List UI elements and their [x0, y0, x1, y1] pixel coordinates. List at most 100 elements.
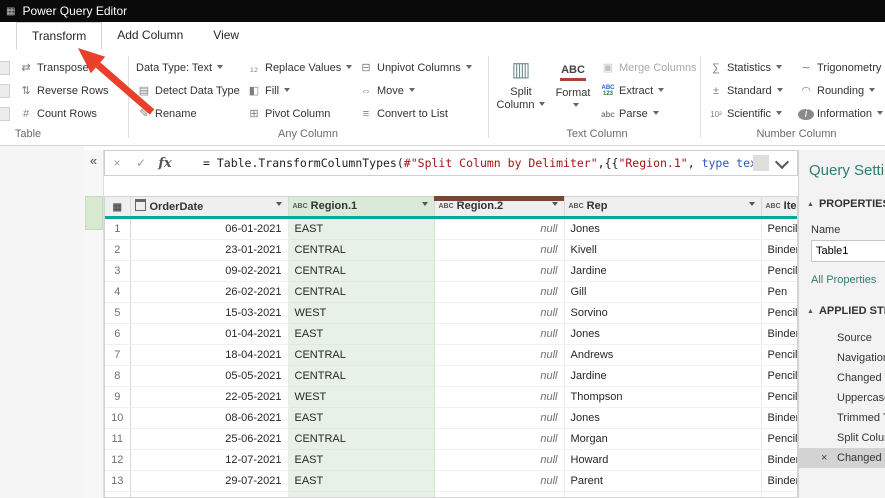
formula-scroll-thumb[interactable]	[753, 155, 769, 171]
count-rows-button[interactable]: # Count Rows	[18, 104, 97, 124]
merge-columns-button[interactable]: ▣ Merge Columns	[600, 58, 697, 78]
reverse-rows-button[interactable]: ⇅ Reverse Rows	[18, 81, 108, 101]
grid-cell[interactable]: Pencil	[761, 386, 797, 408]
grid-cell[interactable]: null	[434, 407, 565, 429]
grid-cell[interactable]: Andrews	[564, 344, 762, 366]
rounding-button[interactable]: ◠ Rounding	[798, 81, 876, 101]
grid-cell[interactable]: Parent	[564, 470, 762, 492]
applied-step[interactable]: × Changed Type1	[799, 448, 885, 468]
applied-step[interactable]: Split Column by Delimiter	[799, 428, 885, 448]
transpose-button[interactable]: ⇄ Transpose	[18, 58, 88, 78]
grid-cell[interactable]: null	[434, 449, 565, 471]
column-header-region.1[interactable]: ABC Region.1	[288, 197, 435, 219]
pivot-column-button[interactable]: ⊞ Pivot Column	[246, 104, 330, 124]
grid-cell[interactable]: null	[434, 302, 565, 324]
grid-cell[interactable]: EAST	[288, 217, 435, 240]
replace-values-button[interactable]: ₁₂ Replace Values	[246, 58, 353, 78]
row-number[interactable]: 5	[105, 302, 131, 324]
data-type-button[interactable]: Data Type: Text	[136, 58, 224, 78]
grid-cell[interactable]: 08-06-2021	[130, 407, 289, 429]
applied-step[interactable]: Uppercased Text	[799, 388, 885, 408]
fx-icon[interactable]: fx	[153, 156, 177, 171]
grid-cell[interactable]: 25-06-2021	[130, 428, 289, 450]
expand-formula-bar-icon[interactable]	[774, 154, 790, 169]
grid-cell[interactable]: WEST	[288, 302, 435, 324]
grid-cell[interactable]: Pencil	[761, 344, 797, 366]
grid-cell[interactable]: Sorvino	[564, 302, 762, 324]
queries-tab-collapsed[interactable]	[85, 196, 103, 230]
detect-data-type-button[interactable]: ▤ Detect Data Type	[136, 81, 240, 101]
grid-cell[interactable]: Howard	[564, 449, 762, 471]
scientific-button[interactable]: 10² Scientific	[708, 104, 783, 124]
fill-button[interactable]: ◧ Fill	[246, 81, 291, 101]
filter-dropdown-button[interactable]	[418, 200, 432, 213]
column-header-orderdate[interactable]: OrderDate	[130, 197, 289, 219]
grid-cell[interactable]: 15-08-2021	[130, 491, 289, 497]
grid-cell[interactable]: null	[434, 428, 565, 450]
tab-add-column[interactable]: Add Column	[102, 22, 198, 50]
grid-cell[interactable]: Gill	[564, 281, 762, 303]
grid-cell[interactable]: Jones	[564, 407, 762, 429]
applied-step[interactable]: Navigation	[799, 348, 885, 368]
grid-cell[interactable]: Binder	[761, 449, 797, 471]
grid-cell[interactable]: Pen	[761, 281, 797, 303]
grid-cell[interactable]: Binder	[761, 239, 797, 261]
row-number[interactable]: 3	[105, 260, 131, 282]
grid-cell[interactable]: Pencil	[761, 428, 797, 450]
grid-cell[interactable]: 26-02-2021	[130, 281, 289, 303]
grid-cell[interactable]: null	[434, 386, 565, 408]
grid-cell[interactable]: null	[434, 281, 565, 303]
applied-step[interactable]: Source	[799, 328, 885, 348]
row-number[interactable]: 9	[105, 386, 131, 408]
grid-cell[interactable]: Binder	[761, 323, 797, 345]
properties-section-header[interactable]: ▲ PROPERTIES	[807, 198, 885, 210]
row-number[interactable]: 4	[105, 281, 131, 303]
filter-dropdown-button[interactable]	[548, 200, 562, 213]
grid-cell[interactable]: null	[434, 217, 565, 240]
grid-cell[interactable]: 18-04-2021	[130, 344, 289, 366]
applied-steps-section-header[interactable]: ▲APPLIED STEPS	[807, 305, 885, 317]
grid-cell[interactable]: Pencil	[761, 491, 797, 497]
grid-cell[interactable]: Kivell	[564, 239, 762, 261]
grid-cell[interactable]: CENTRAL	[288, 281, 435, 303]
grid-cell[interactable]: null	[434, 239, 565, 261]
row-number[interactable]: 7	[105, 344, 131, 366]
information-button[interactable]: i Information	[798, 104, 884, 124]
grid-cell[interactable]: Thompson	[564, 386, 762, 408]
all-properties-link[interactable]: All Properties	[811, 274, 876, 286]
applied-step[interactable]: Trimmed Text	[799, 408, 885, 428]
grid-cell[interactable]: Jardine	[564, 365, 762, 387]
grid-cell[interactable]: null	[434, 344, 565, 366]
grid-cell[interactable]: Binder	[761, 407, 797, 429]
row-number[interactable]: 1	[105, 217, 131, 240]
grid-cell[interactable]: 22-05-2021	[130, 386, 289, 408]
grid-cell[interactable]: CENTRAL	[288, 239, 435, 261]
grid-cell[interactable]: Pencil	[761, 217, 797, 240]
row-number[interactable]: 12	[105, 449, 131, 471]
trigonometry-button[interactable]: ∼ Trigonometry	[798, 58, 885, 78]
query-name-input[interactable]	[811, 240, 885, 262]
grid-cell[interactable]: CENTRAL	[288, 428, 435, 450]
commit-formula-icon[interactable]: ✓	[129, 156, 153, 170]
row-number[interactable]: 14	[105, 491, 131, 497]
filter-dropdown-button[interactable]	[272, 200, 286, 213]
grid-cell[interactable]: Jones	[564, 323, 762, 345]
column-header-item[interactable]: ABCItem	[761, 197, 797, 219]
grid-cell[interactable]: 05-05-2021	[130, 365, 289, 387]
grid-cell[interactable]: EAST	[288, 491, 435, 497]
row-number[interactable]: 6	[105, 323, 131, 345]
grid-cell[interactable]: null	[434, 323, 565, 345]
grid-cell[interactable]: Morgan	[564, 428, 762, 450]
grid-cell[interactable]: Pencil	[761, 302, 797, 324]
grid-cell[interactable]: null	[434, 491, 565, 497]
formula-text[interactable]: = Table.TransformColumnTypes(#"Split Col…	[203, 156, 753, 170]
standard-button[interactable]: ± Standard	[708, 81, 783, 101]
grid-cell[interactable]: 01-04-2021	[130, 323, 289, 345]
grid-cell[interactable]: 15-03-2021	[130, 302, 289, 324]
filter-dropdown-button[interactable]	[745, 200, 759, 213]
expand-queries-pane-button[interactable]: «	[84, 152, 103, 170]
grid-cell[interactable]: WEST	[288, 386, 435, 408]
grid-cell[interactable]: Jardine	[564, 260, 762, 282]
grid-cell[interactable]: Pencil	[761, 260, 797, 282]
grid-cell[interactable]: 09-02-2021	[130, 260, 289, 282]
